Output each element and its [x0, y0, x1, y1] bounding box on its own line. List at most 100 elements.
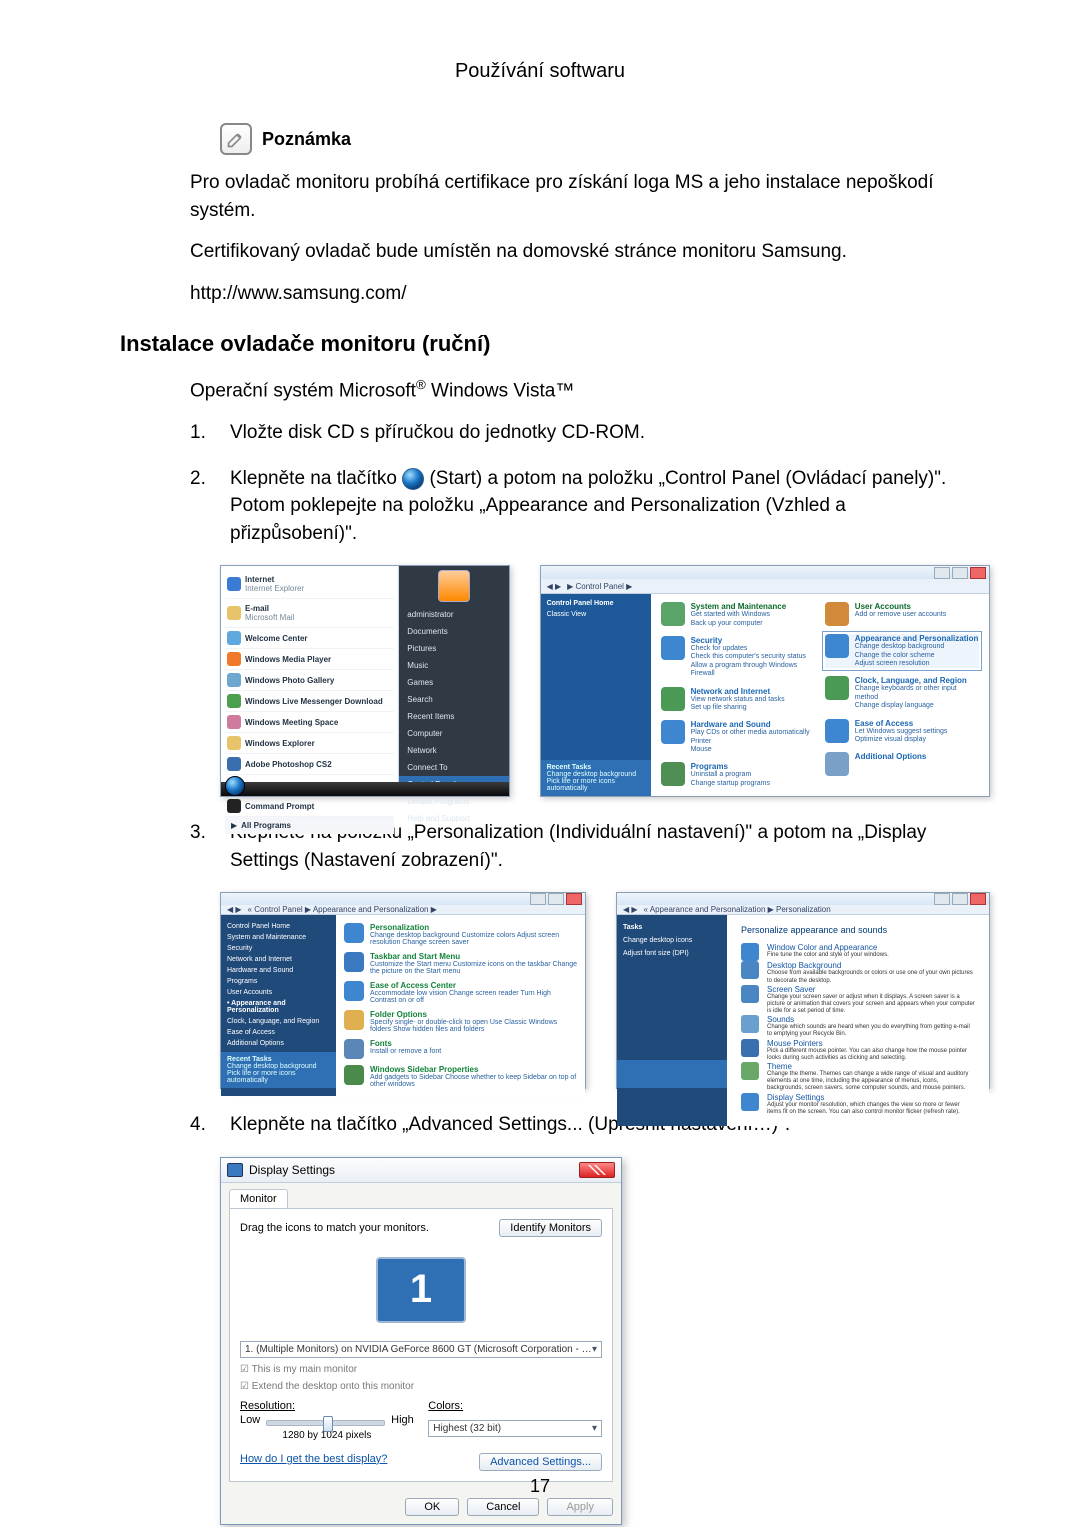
appearance-item[interactable]: Folder OptionsSpecify single- or double-…: [344, 1010, 577, 1033]
colors-combo[interactable]: Highest (32 bit) ▾: [428, 1420, 602, 1437]
start-menu-right-item[interactable]: Games: [399, 674, 508, 691]
sidebar-item[interactable]: User Accounts: [227, 987, 330, 998]
cp-category[interactable]: Appearance and Personalization Change de…: [825, 634, 979, 668]
sidebar-item[interactable]: System and Maintenance: [227, 932, 330, 943]
start-menu-item[interactable]: InternetInternet Explorer: [225, 570, 394, 599]
start-menu-right-item[interactable]: Network: [399, 742, 508, 759]
cp-category[interactable]: Programs Uninstall a programChange start…: [661, 762, 815, 788]
see-also-strip: [617, 1060, 727, 1088]
start-menu-right-item[interactable]: administrator: [399, 606, 508, 623]
personalization-item[interactable]: ThemeChange the theme. Themes can change…: [741, 1062, 975, 1093]
personalization-item[interactable]: Screen SaverChange your screen saver or …: [741, 985, 975, 1016]
appearance-item[interactable]: FontsInstall or remove a font: [344, 1039, 577, 1059]
appearance-item[interactable]: Taskbar and Start MenuCustomize the Star…: [344, 952, 577, 975]
close-icon[interactable]: [579, 1162, 615, 1178]
personalization-item[interactable]: Mouse PointersPick a different mouse poi…: [741, 1039, 975, 1062]
apply-button[interactable]: Apply: [547, 1498, 613, 1516]
cp-category[interactable]: Hardware and Sound Play CDs or other med…: [661, 720, 815, 754]
start-menu-right-item[interactable]: Pictures: [399, 640, 508, 657]
personalization-item[interactable]: Desktop BackgroundChoose from available …: [741, 961, 975, 984]
cp-category[interactable]: User Accounts Add or remove user account…: [825, 602, 979, 626]
start-menu-right-item[interactable]: Connect To: [399, 759, 508, 776]
cp-category[interactable]: Additional Options: [825, 752, 979, 776]
res-high: High: [391, 1414, 414, 1426]
item-text: Windows Sidebar PropertiesAdd gadgets to…: [370, 1065, 577, 1088]
chevron-down-icon: ▾: [592, 1344, 597, 1355]
chk-extend-desktop[interactable]: ☑ Extend the desktop onto this monitor: [240, 1381, 602, 1392]
recent-item[interactable]: Pick life or more icons: [227, 1070, 330, 1077]
step-2-num: 2.: [190, 465, 214, 548]
recent-item[interactable]: automatically: [547, 785, 645, 792]
sidebar-item[interactable]: Adjust font size (DPI): [623, 947, 721, 960]
screenshot-start-menu: InternetInternet Explorer E-mailMicrosof…: [220, 565, 510, 797]
start-menu-item[interactable]: Windows Explorer: [225, 733, 394, 754]
start-menu-item[interactable]: Welcome Center: [225, 628, 394, 649]
recent-item[interactable]: Change desktop background: [547, 771, 645, 778]
appearance-item[interactable]: PersonalizationChange desktop background…: [344, 923, 577, 946]
start-menu-item[interactable]: Windows Media Player: [225, 649, 394, 670]
item-text: Mouse PointersPick a different mouse poi…: [767, 1039, 975, 1062]
start-menu-right-item[interactable]: Recent Items: [399, 708, 508, 725]
breadcrumb: ◀ ▶ « Appearance and Personalization ▶ P…: [617, 905, 989, 915]
monitor-1[interactable]: 1: [376, 1257, 466, 1323]
item-icon: [344, 981, 364, 1001]
category-text: Hardware and Sound Play CDs or other med…: [691, 720, 810, 754]
recent-item[interactable]: Change desktop background: [227, 1063, 330, 1070]
chk-main-monitor[interactable]: ☑ This is my main monitor: [240, 1364, 602, 1375]
monitor-preview[interactable]: 1: [240, 1245, 602, 1335]
start-menu-right-item[interactable]: Help and Support: [399, 810, 508, 827]
start-menu-item[interactable]: Windows Photo Gallery: [225, 670, 394, 691]
all-programs[interactable]: ▶All Programs: [225, 817, 394, 834]
personalization-item[interactable]: SoundsChange which sounds are heard when…: [741, 1015, 975, 1038]
cancel-button[interactable]: Cancel: [467, 1498, 539, 1516]
personalization-item[interactable]: Window Color and AppearanceFine tune the…: [741, 943, 975, 961]
item-icon: [741, 1062, 759, 1080]
cp-category[interactable]: System and Maintenance Get started with …: [661, 602, 815, 628]
sidebar-item[interactable]: Network and Internet: [227, 954, 330, 965]
start-menu-right-item[interactable]: Computer: [399, 725, 508, 742]
sidebar-item[interactable]: Clock, Language, and Region: [227, 1016, 330, 1027]
help-link[interactable]: How do I get the best display?: [240, 1453, 387, 1471]
sidebar-item[interactable]: Programs: [227, 976, 330, 987]
sidebar-item[interactable]: Hardware and Sound: [227, 965, 330, 976]
figure-row-3: Display Settings Monitor Drag the icons …: [220, 1157, 990, 1525]
start-menu-right-item[interactable]: Music: [399, 657, 508, 674]
note-paragraph-1: Pro ovladač monitoru probíhá certifikace…: [190, 169, 950, 224]
cp-category[interactable]: Ease of Access Let Windows suggest setti…: [825, 719, 979, 745]
recent-item[interactable]: Pick life or more icons: [547, 778, 645, 785]
personalization-item[interactable]: Display SettingsAdjust your monitor reso…: [741, 1093, 975, 1116]
sidebar-item[interactable]: Change desktop icons: [623, 934, 721, 947]
start-menu-right-item[interactable]: Search: [399, 691, 508, 708]
category-text: Clock, Language, and Region Change keybo…: [855, 676, 979, 710]
category-text: Ease of Access Let Windows suggest setti…: [855, 719, 948, 745]
cp-main: System and Maintenance Get started with …: [651, 594, 989, 796]
sidebar-item[interactable]: Tasks: [623, 921, 721, 934]
sidebar-item[interactable]: Security: [227, 943, 330, 954]
category-icon: [661, 602, 685, 626]
cp-category[interactable]: Network and Internet View network status…: [661, 687, 815, 713]
resolution-slider[interactable]: [266, 1420, 385, 1426]
start-menu-right-item[interactable]: Documents: [399, 623, 508, 640]
appearance-item[interactable]: Windows Sidebar PropertiesAdd gadgets to…: [344, 1065, 577, 1088]
appearance-item[interactable]: Ease of Access CenterAccommodate low vis…: [344, 981, 577, 1004]
item-text: Window Color and AppearanceFine tune the…: [767, 943, 889, 961]
start-menu-item[interactable]: Command Prompt: [225, 796, 394, 817]
ok-button[interactable]: OK: [405, 1498, 459, 1516]
sidebar-item[interactable]: Control Panel Home: [227, 921, 330, 932]
figure-row-1: InternetInternet Explorer E-mailMicrosof…: [220, 565, 990, 797]
start-menu-item[interactable]: E-mailMicrosoft Mail: [225, 599, 394, 628]
cp-category[interactable]: Clock, Language, and Region Change keybo…: [825, 676, 979, 710]
monitor-combo[interactable]: 1. (Multiple Monitors) on NVIDIA GeForce…: [240, 1341, 602, 1358]
recent-item[interactable]: automatically: [227, 1077, 330, 1084]
sidebar-item[interactable]: Additional Options: [227, 1038, 330, 1049]
cp-category[interactable]: Security Check for updatesCheck this com…: [661, 636, 815, 679]
start-menu-item[interactable]: Windows Live Messenger Download: [225, 691, 394, 712]
identify-monitors-button[interactable]: Identify Monitors: [499, 1219, 602, 1237]
sidebar-item[interactable]: Ease of Access: [227, 1027, 330, 1038]
screenshot-appearance: ◀ ▶ « Control Panel ▶ Appearance and Per…: [220, 892, 586, 1089]
tab-monitor[interactable]: Monitor: [229, 1189, 288, 1208]
advanced-settings-button[interactable]: Advanced Settings...: [479, 1453, 602, 1471]
start-menu-item[interactable]: Adobe Photoshop CS2: [225, 754, 394, 775]
start-menu-item[interactable]: Windows Meeting Space: [225, 712, 394, 733]
sidebar-item[interactable]: • Appearance and Personalization: [227, 998, 330, 1016]
